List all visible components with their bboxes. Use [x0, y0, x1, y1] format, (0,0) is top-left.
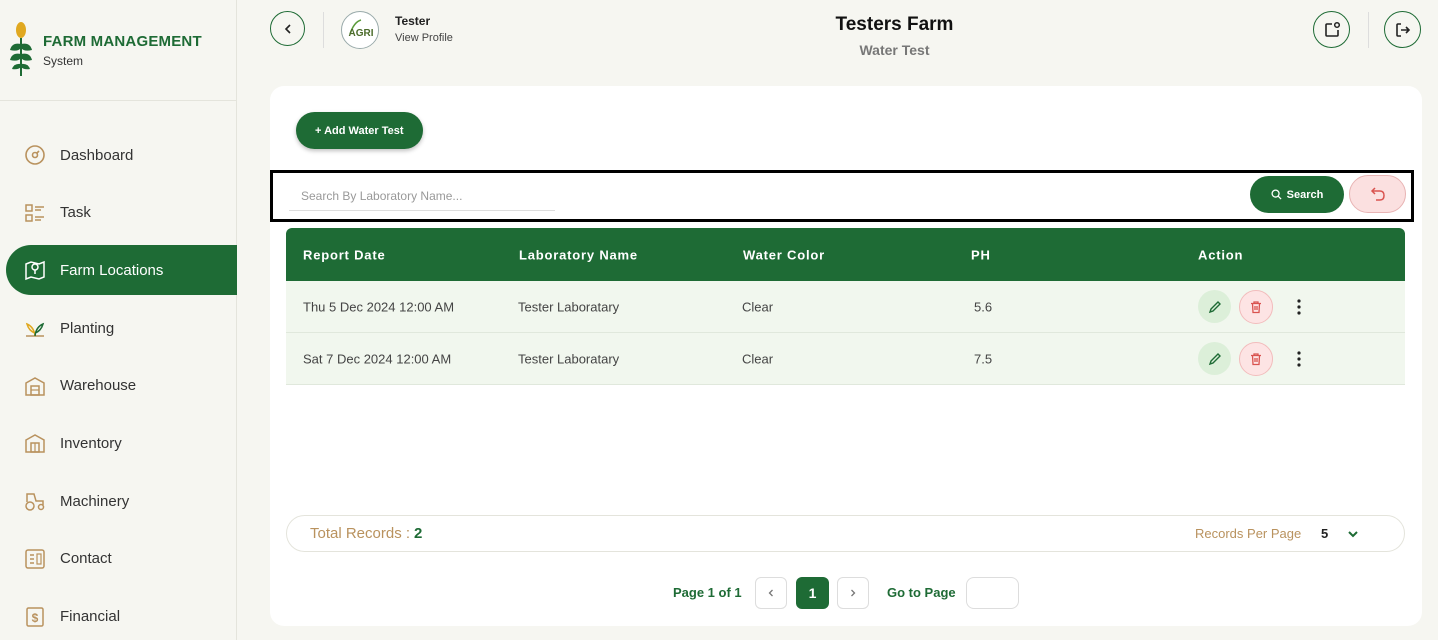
page-subtitle: Water Test — [859, 42, 930, 58]
water-test-table: Report Date Laboratory Name Water Color … — [286, 228, 1405, 385]
sidebar-item-label: Machinery — [60, 492, 130, 510]
brand-subtitle: System — [43, 53, 84, 68]
more-options-button[interactable] — [1289, 296, 1309, 318]
cell-report-date: Sat 7 Dec 2024 12:00 AM — [303, 351, 452, 366]
trash-icon — [1251, 301, 1261, 314]
table-header: Report Date Laboratory Name Water Color … — [286, 228, 1405, 281]
cell-ph: 5.6 — [974, 299, 993, 314]
search-bar: Search — [270, 170, 1414, 222]
farm-title: Testers Farm — [835, 14, 954, 35]
table-row: Thu 5 Dec 2024 12:00 AM Tester Laboratar… — [286, 281, 1405, 333]
message-badge-icon — [1324, 21, 1340, 37]
sidebar-item-machinery[interactable]: Machinery — [0, 476, 237, 526]
prev-page-button[interactable] — [755, 577, 787, 609]
sidebar-item-label: Contact — [60, 550, 112, 568]
pencil-icon — [1208, 300, 1221, 313]
page-indicator: Page 1 of 1 — [673, 585, 742, 600]
column-header-laboratory[interactable]: Laboratory Name — [519, 247, 638, 262]
sidebar-nav: Dashboard Task Farm Locations Planting W… — [0, 130, 237, 640]
pencil-icon — [1208, 352, 1221, 365]
records-per-page-value[interactable]: 5 — [1321, 526, 1328, 541]
column-header-water-color[interactable]: Water Color — [743, 247, 825, 262]
cell-laboratory: Tester Laboratary — [518, 351, 620, 366]
next-page-button[interactable] — [837, 577, 869, 609]
cell-water-color: Clear — [742, 299, 774, 314]
logout-icon — [1395, 22, 1410, 37]
records-summary-bar: Total Records :2 Records Per Page 5 — [286, 515, 1405, 552]
gauge-icon — [24, 144, 46, 166]
column-header-action: Action — [1198, 247, 1244, 262]
sprout-icon — [24, 317, 46, 339]
brand-title: FARM MANAGEMENT — [43, 32, 202, 50]
sidebar-item-label: Dashboard — [60, 146, 134, 164]
wheat-logo-icon — [10, 22, 32, 76]
table-row: Sat 7 Dec 2024 12:00 AM Tester Laboratar… — [286, 333, 1405, 385]
sidebar-item-task[interactable]: Task — [0, 188, 237, 238]
more-options-button[interactable] — [1289, 348, 1309, 370]
sidebar-item-label: Farm Locations — [60, 261, 164, 279]
sidebar-item-label: Planting — [60, 319, 115, 337]
kebab-menu-icon — [1297, 351, 1301, 367]
sidebar-item-inventory[interactable]: Inventory — [0, 418, 237, 468]
map-pin-icon — [24, 259, 46, 281]
search-button[interactable]: Search — [1250, 176, 1344, 213]
sidebar-item-financial[interactable]: $ Financial — [0, 592, 237, 640]
sidebar-item-dashboard[interactable]: Dashboard — [0, 130, 237, 180]
search-input[interactable] — [289, 181, 555, 211]
sidebar-item-warehouse[interactable]: Warehouse — [0, 361, 237, 411]
go-to-page-label: Go to Page — [887, 585, 956, 600]
column-header-ph[interactable]: PH — [971, 247, 991, 262]
trash-icon — [1251, 353, 1261, 366]
warehouse-icon — [24, 375, 46, 397]
pagination: Page 1 of 1 1 Go to Page — [270, 577, 1422, 609]
svg-text:$: $ — [32, 611, 39, 625]
add-water-test-button[interactable]: + Add Water Test — [296, 112, 423, 149]
notification-button[interactable] — [1313, 11, 1350, 48]
total-records-label: Total Records : — [310, 525, 411, 542]
cell-ph: 7.5 — [974, 351, 993, 366]
edit-button[interactable] — [1198, 290, 1231, 323]
sidebar-item-label: Financial — [60, 608, 121, 625]
sidebar-item-contact[interactable]: Contact — [0, 534, 237, 584]
sidebar-item-planting[interactable]: Planting — [0, 303, 237, 353]
edit-button[interactable] — [1198, 342, 1231, 375]
inventory-icon — [24, 432, 46, 454]
sidebar-item-farm-locations[interactable]: Farm Locations — [6, 245, 237, 296]
main-card: + Add Water Test Search Report Date Labo… — [270, 86, 1422, 626]
chevron-left-icon — [768, 589, 773, 597]
current-page-button[interactable]: 1 — [796, 577, 829, 609]
logout-button[interactable] — [1384, 11, 1421, 48]
search-button-label: Search — [1286, 188, 1324, 201]
delete-button[interactable] — [1239, 342, 1273, 376]
chevron-right-icon — [851, 589, 856, 597]
tractor-icon — [24, 490, 46, 512]
cell-water-color: Clear — [742, 351, 774, 366]
dollar-doc-icon: $ — [24, 606, 46, 628]
records-per-page-dropdown[interactable] — [1345, 525, 1361, 543]
contact-card-icon — [24, 548, 46, 570]
records-per-page-label: Records Per Page — [1195, 526, 1302, 541]
cell-report-date: Thu 5 Dec 2024 12:00 AM — [303, 299, 455, 314]
header-divider — [1368, 12, 1369, 48]
kebab-menu-icon — [1297, 299, 1301, 315]
top-header: AGRI Tester View Profile Testers Farm Wa… — [237, 0, 1438, 80]
sidebar: FARM MANAGEMENT System Dashboard Task Fa… — [0, 0, 237, 640]
go-to-page-input[interactable] — [966, 577, 1019, 609]
undo-icon — [1370, 187, 1385, 201]
sidebar-item-label: Task — [60, 204, 91, 222]
search-icon — [1271, 189, 1282, 200]
add-button-label: + Add Water Test — [315, 124, 404, 137]
sidebar-item-label: Warehouse — [60, 377, 137, 395]
sidebar-item-label: Inventory — [60, 434, 122, 452]
total-records-value: 2 — [414, 525, 423, 542]
delete-button[interactable] — [1239, 290, 1273, 324]
total-records: Total Records :2 — [310, 525, 422, 542]
column-header-report-date[interactable]: Report Date — [303, 247, 385, 262]
reset-button[interactable] — [1349, 175, 1406, 213]
cell-laboratory: Tester Laboratary — [518, 299, 620, 314]
task-list-icon — [24, 202, 46, 224]
chevron-down-icon — [1348, 531, 1358, 538]
brand: FARM MANAGEMENT System — [0, 0, 236, 101]
